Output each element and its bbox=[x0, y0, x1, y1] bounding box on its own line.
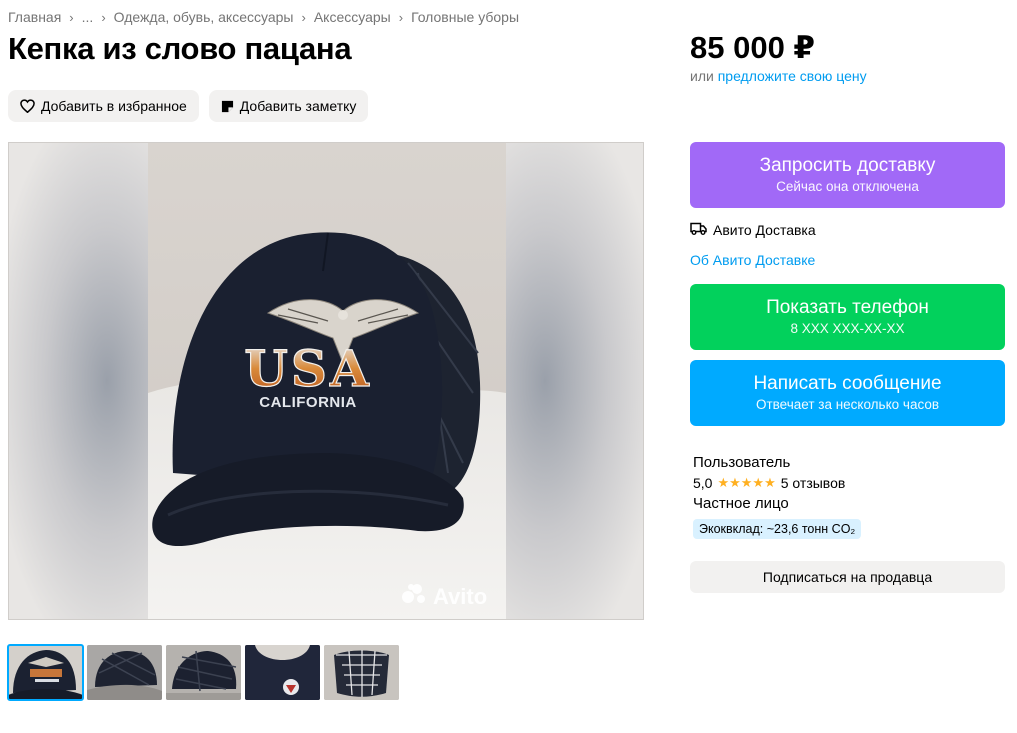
reviews-link[interactable]: 5 отзывов bbox=[781, 475, 846, 491]
seller-name[interactable]: Пользователь bbox=[693, 454, 1005, 471]
cap-california-text: CALIFORNIA bbox=[259, 394, 357, 411]
heart-icon bbox=[20, 99, 35, 113]
chevron-right-icon: › bbox=[301, 9, 306, 25]
offer-prefix: или bbox=[690, 68, 714, 84]
subscribe-seller-button[interactable]: Подписаться на продавца bbox=[690, 561, 1005, 593]
seller-card: Пользователь 5,0 ★★★★★ 5 отзывов Частное… bbox=[693, 454, 1005, 539]
breadcrumb-ellipsis[interactable]: ... bbox=[82, 9, 94, 25]
listing-actions: Добавить в избранное Добавить заметку bbox=[8, 90, 369, 122]
request-delivery-status: Сейчас она отключена bbox=[776, 179, 919, 194]
request-delivery-label: Запросить доставку bbox=[759, 155, 936, 176]
thumbnail-4[interactable] bbox=[245, 645, 320, 700]
thumbnail-5[interactable] bbox=[324, 645, 399, 700]
photo-gallery[interactable]: USA CALIFORNIA Avito bbox=[8, 142, 644, 620]
gallery-blur-right bbox=[503, 143, 643, 619]
show-phone-button[interactable]: Показать телефон 8 XXX XXX-XX-XX bbox=[690, 284, 1005, 350]
write-message-button[interactable]: Написать сообщение Отвечает за несколько… bbox=[690, 360, 1005, 426]
delivery-service: Авито Доставка bbox=[690, 222, 816, 238]
request-delivery-button[interactable]: Запросить доставку Сейчас она отключена bbox=[690, 142, 1005, 208]
rating-value: 5,0 bbox=[693, 475, 713, 491]
thumbnail-2[interactable] bbox=[87, 645, 162, 700]
masked-phone-number: 8 XXX XXX-XX-XX bbox=[790, 321, 905, 336]
gallery-blur-left bbox=[9, 143, 149, 619]
breadcrumb-headwear[interactable]: Головные уборы bbox=[411, 9, 519, 25]
avito-watermark: Avito bbox=[401, 583, 487, 611]
truck-icon bbox=[690, 222, 707, 238]
breadcrumb: Главная › ... › Одежда, обувь, аксессуар… bbox=[8, 9, 519, 25]
product-photo[interactable]: USA CALIFORNIA bbox=[148, 143, 506, 620]
breadcrumb-clothing[interactable]: Одежда, обувь, аксессуары bbox=[114, 9, 294, 25]
chevron-right-icon: › bbox=[69, 9, 74, 25]
thumbnail-strip bbox=[7, 644, 399, 701]
thumbnail-3[interactable] bbox=[166, 645, 241, 700]
note-icon bbox=[221, 100, 234, 113]
cap-usa-text: USA bbox=[244, 339, 372, 398]
avito-logo-icon bbox=[401, 583, 429, 611]
price: 85 000 ₽ bbox=[690, 30, 815, 65]
page-title: Кепка из слово пацана bbox=[8, 31, 352, 66]
offer-price-line: или предложите свою цену bbox=[690, 68, 867, 84]
add-to-favorites-button[interactable]: Добавить в избранное bbox=[8, 90, 199, 122]
avito-watermark-label: Avito bbox=[433, 584, 488, 609]
star-icon: ★★★★★ bbox=[717, 475, 776, 490]
show-phone-label: Показать телефон bbox=[766, 297, 929, 318]
write-message-label: Написать сообщение bbox=[753, 373, 942, 394]
eco-contribution-badge[interactable]: Экоквклад: ~23,6 тонн CO₂ bbox=[693, 519, 862, 539]
seller-type: Частное лицо bbox=[693, 495, 789, 512]
thumbnail-1[interactable] bbox=[7, 644, 84, 701]
breadcrumb-accessories[interactable]: Аксессуары bbox=[314, 9, 391, 25]
offer-price-link[interactable]: предложите свою цену bbox=[718, 68, 867, 84]
seller-rating: 5,0 ★★★★★ 5 отзывов bbox=[693, 475, 1005, 491]
add-to-favorites-label: Добавить в избранное bbox=[41, 98, 187, 114]
add-note-label: Добавить заметку bbox=[239, 98, 357, 114]
delivery-service-name: Авито Доставка bbox=[713, 222, 816, 238]
chevron-right-icon: › bbox=[398, 9, 404, 25]
add-note-button[interactable]: Добавить заметку bbox=[208, 90, 369, 122]
response-time: Отвечает за несколько часов bbox=[755, 397, 940, 412]
breadcrumb-home[interactable]: Главная bbox=[8, 9, 61, 25]
about-delivery-link[interactable]: Об Авито Доставке bbox=[690, 252, 815, 268]
chevron-right-icon: › bbox=[101, 9, 106, 25]
